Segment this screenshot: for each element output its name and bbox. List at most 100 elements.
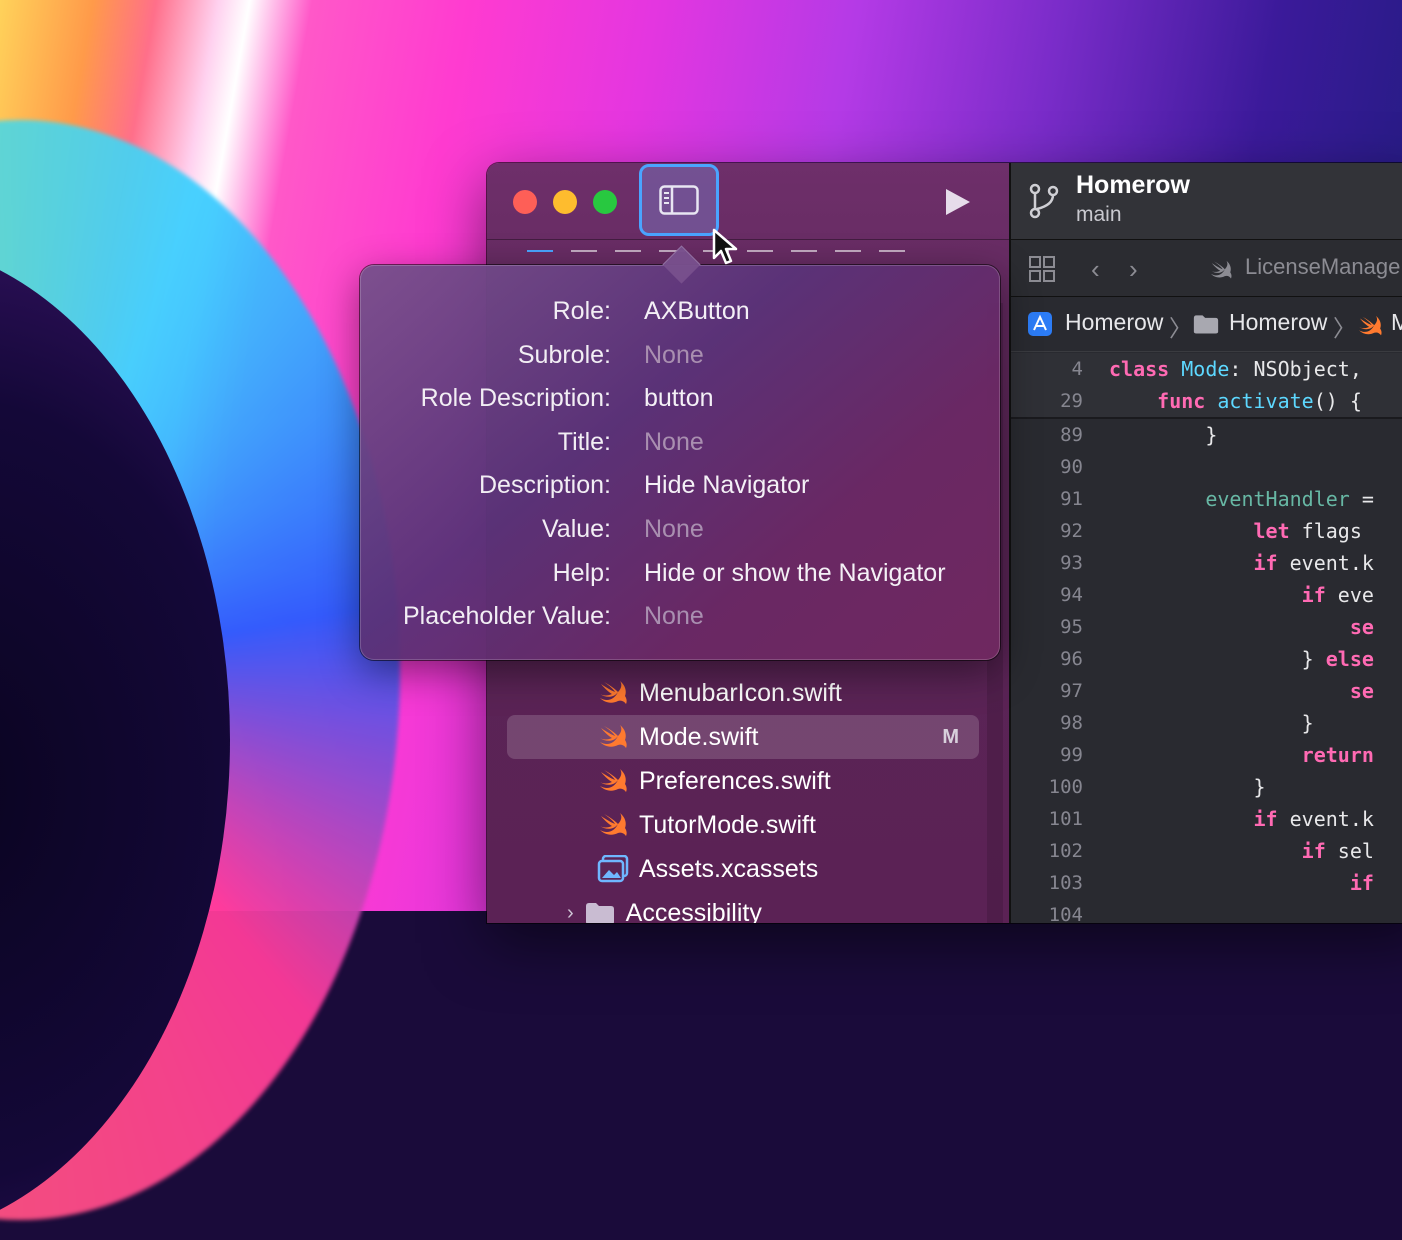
code-text: } [1109,711,1314,735]
code-line[interactable]: 96 } else [1011,643,1402,675]
minimize-window-button[interactable] [553,190,577,214]
swift-icon [1357,315,1383,342]
branch-icon [1029,183,1059,224]
code-text: if sel [1109,839,1374,863]
zoom-window-button[interactable] [593,190,617,214]
code-editor: Homerow main ‹ › LicenseManage Homerow 〉… [1009,163,1402,923]
project-navigator-icon[interactable] [527,250,553,262]
code-line[interactable]: 102 if sel [1011,835,1402,867]
forward-chevron-icon[interactable]: › [1129,254,1138,285]
inspector-label: Role: [552,297,611,325]
code-text: if event.k [1109,551,1374,575]
close-window-button[interactable] [513,190,537,214]
code-token: flags [1301,519,1362,543]
line-number: 91 [1060,488,1083,510]
code-line[interactable]: 99 return [1011,739,1402,771]
code-text: if event.k [1109,807,1374,831]
code-token: se [1349,615,1374,639]
code-token: } [1109,647,1326,671]
code-line[interactable]: 91 eventHandler = [1011,483,1402,515]
inspector-label: Subrole: [517,340,611,369]
mouse-pointer-icon [712,228,742,273]
inspector-label: Title: [557,427,611,456]
line-number: 92 [1060,520,1083,542]
code-line[interactable]: 104 [1011,899,1402,923]
swift-icon [1209,260,1233,285]
file-row-tutormode[interactable]: TutorMode.swift [487,803,1009,847]
jump-bar-group[interactable]: Homerow [1229,309,1327,336]
code-text: func activate() { [1109,389,1362,413]
code-token: Mode [1181,357,1230,381]
jump-bar-file[interactable]: M [1391,309,1402,336]
code-line[interactable]: 98 } [1011,707,1402,739]
code-line[interactable]: 90 [1011,451,1402,483]
swift-icon [597,679,629,707]
inspector-label: Description: [479,471,611,500]
line-number: 103 [1048,872,1083,894]
symbol-navigator-icon[interactable] [615,250,641,262]
file-row-menubaricon[interactable]: MenubarIcon.swift [487,671,1009,715]
source-control-navigator-icon[interactable] [571,250,597,262]
code-line[interactable]: 29 func activate() { [1011,385,1402,419]
code-line[interactable]: 97 se [1011,675,1402,707]
grid-icon[interactable] [1029,256,1055,287]
inspector-value: Hide Navigator [644,471,810,500]
line-number: 93 [1060,552,1083,574]
hide-navigator-button[interactable] [639,164,719,236]
line-number: 100 [1048,776,1083,798]
file-name: Preferences.swift [639,766,831,795]
code-line[interactable]: 89 } [1011,419,1402,451]
code-line[interactable]: 103 if [1011,867,1402,899]
back-chevron-icon[interactable]: ‹ [1091,254,1100,285]
debug-navigator-icon[interactable] [791,250,817,262]
code-lines[interactable]: 4 class Mode: NSObject, 29 func activate()… [1011,353,1402,923]
code-line[interactable]: 93 if event.k [1011,547,1402,579]
file-list: MenubarIcon.swift Mode.swift M Preferenc… [487,671,1009,923]
window-toolbar [487,163,1009,239]
line-number: 101 [1048,808,1083,830]
code-line[interactable]: 92 let flags [1011,515,1402,547]
editor-tab-bar: ‹ › LicenseManage [1011,240,1402,297]
inspector-label: Help: [552,558,611,587]
app-target-icon [1027,311,1053,342]
code-token: func [1157,389,1218,413]
modified-badge: M [942,725,959,748]
code-line[interactable]: 95 se [1011,611,1402,643]
report-navigator-icon[interactable] [879,250,905,262]
code-text: se [1109,679,1374,703]
code-line[interactable]: 101 if event.k [1011,803,1402,835]
inspector-row: Value: None [360,515,1000,551]
line-number: 95 [1060,616,1083,638]
line-number: 29 [1060,390,1083,412]
line-number: 94 [1060,584,1083,606]
inspector-value: None [644,340,704,369]
code-token: if [1301,583,1338,607]
code-token: if [1253,551,1290,575]
editor-toolbar: Homerow main [1011,163,1402,240]
file-row-accessibility[interactable]: › Accessibility [487,891,1009,923]
swift-icon [597,811,629,839]
file-row-mode[interactable]: Mode.swift M [507,715,979,759]
code-token: event.k [1289,551,1374,575]
line-number: 98 [1060,712,1083,734]
code-line[interactable]: 94 if eve [1011,579,1402,611]
code-token: : NSObject, [1229,357,1362,381]
file-row-preferences[interactable]: Preferences.swift [487,759,1009,803]
run-button[interactable] [942,187,972,222]
toolbar-divider [487,239,1009,240]
disclosure-chevron-icon[interactable]: › [567,902,574,924]
code-line[interactable]: 4 class Mode: NSObject, [1011,353,1402,385]
test-navigator-icon[interactable] [747,250,773,262]
code-token: else [1325,647,1374,671]
branch-name[interactable]: main [1076,203,1122,227]
code-text: se [1109,615,1374,639]
editor-tab-title[interactable]: LicenseManage [1245,254,1400,280]
code-line[interactable]: 100 } [1011,771,1402,803]
breakpoint-navigator-icon[interactable] [835,250,861,262]
jump-bar-project[interactable]: Homerow [1065,309,1163,336]
file-row-assets[interactable]: Assets.xcassets [487,847,1009,891]
